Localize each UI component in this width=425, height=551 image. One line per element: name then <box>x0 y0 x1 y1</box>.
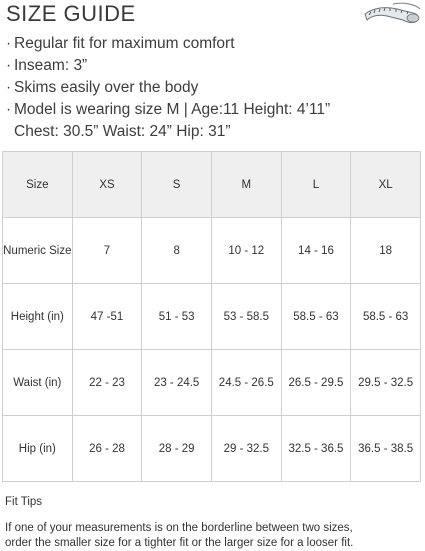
table-cell: 26 - 28 <box>71 415 143 482</box>
bullet-text: Model is wearing size M | Age:11 Height:… <box>14 101 331 118</box>
table-cell: 8 <box>141 217 212 284</box>
table-cell: 14 - 16 <box>280 217 352 284</box>
table-cell: 53 - 58.5 <box>210 283 282 350</box>
table-cell: 18 <box>350 217 421 284</box>
page-title: SIZE GUIDE <box>6 1 136 26</box>
table-row: Numeric Size 7 8 10 - 12 14 - 16 18 <box>2 217 421 284</box>
table-row: Waist (in) 22 - 23 23 - 24.5 24.5 - 26.5… <box>2 349 421 416</box>
table-cell: 7 <box>71 217 143 284</box>
bullet-text: Inseam: 3” <box>14 57 88 74</box>
bullet-fit: · Regular fit for maximum comfort <box>6 33 421 55</box>
bullet-dot: · <box>6 57 12 74</box>
header-cell: XL <box>350 151 421 218</box>
table-cell: 36.5 - 38.5 <box>350 415 421 482</box>
model-measurements: Chest: 30.5” Waist: 24” Hip: 31” <box>14 123 231 140</box>
header-cell: M <box>210 151 282 218</box>
table-cell: 22 - 23 <box>71 349 143 416</box>
fit-tips-title: Fit Tips <box>5 496 43 508</box>
table-cell: 58.5 - 63 <box>280 283 352 350</box>
bullet-model: · Model is wearing size M | Age:11 Height… <box>6 99 421 121</box>
measuring-tape-icon <box>364 2 421 24</box>
header-cell: L <box>280 151 352 218</box>
table-cell: 23 - 24.5 <box>141 349 212 416</box>
header-cell: XS <box>71 151 143 218</box>
table-cell: 29 - 32.5 <box>210 415 282 482</box>
table-cell: 47 -51 <box>71 283 143 350</box>
table-row: Hip (in) 26 - 28 28 - 29 29 - 32.5 32.5 … <box>2 415 421 482</box>
table-cell: 28 - 29 <box>141 415 212 482</box>
fit-tips-text: If one of your measurements is on the bo… <box>5 521 353 551</box>
bullet-dot: · <box>6 101 12 118</box>
row-label: Numeric Size <box>2 217 73 284</box>
row-label: Waist (in) <box>2 349 73 416</box>
header-cell: S <box>141 151 212 218</box>
table-row: Height (in) 47 -51 51 - 53 53 - 58.5 58.… <box>2 283 421 350</box>
bullet-text: Regular fit for maximum comfort <box>14 35 235 52</box>
table-cell: 32.5 - 36.5 <box>280 415 352 482</box>
table-cell: 29.5 - 32.5 <box>350 349 421 416</box>
row-label: Hip (in) <box>2 415 73 482</box>
table-cell: 58.5 - 63 <box>350 283 421 350</box>
table-cell: 51 - 53 <box>141 283 212 350</box>
header-cell: Size <box>2 151 73 218</box>
row-label: Height (in) <box>2 283 73 350</box>
table-header-row: Size XS S M L XL <box>2 151 421 218</box>
bullet-skims: · Skims easily over the body <box>6 77 421 99</box>
product-details: · Regular fit for maximum comfort · Inseam… <box>6 33 421 143</box>
table-cell: 24.5 - 26.5 <box>210 349 282 416</box>
fit-tips-line: If one of your measurements is on the bo… <box>5 522 353 534</box>
bullet-inseam: · Inseam: 3” <box>6 55 421 77</box>
table-cell: 26.5 - 29.5 <box>280 349 352 416</box>
bullet-dot: · <box>6 79 12 96</box>
size-chart-table: Size XS S M L XL Numeric Size 7 8 10 - 1… <box>2 151 421 482</box>
bullet-text: Skims easily over the body <box>14 79 199 96</box>
bullet-dot: · <box>6 35 12 52</box>
table-cell: 10 - 12 <box>210 217 282 284</box>
